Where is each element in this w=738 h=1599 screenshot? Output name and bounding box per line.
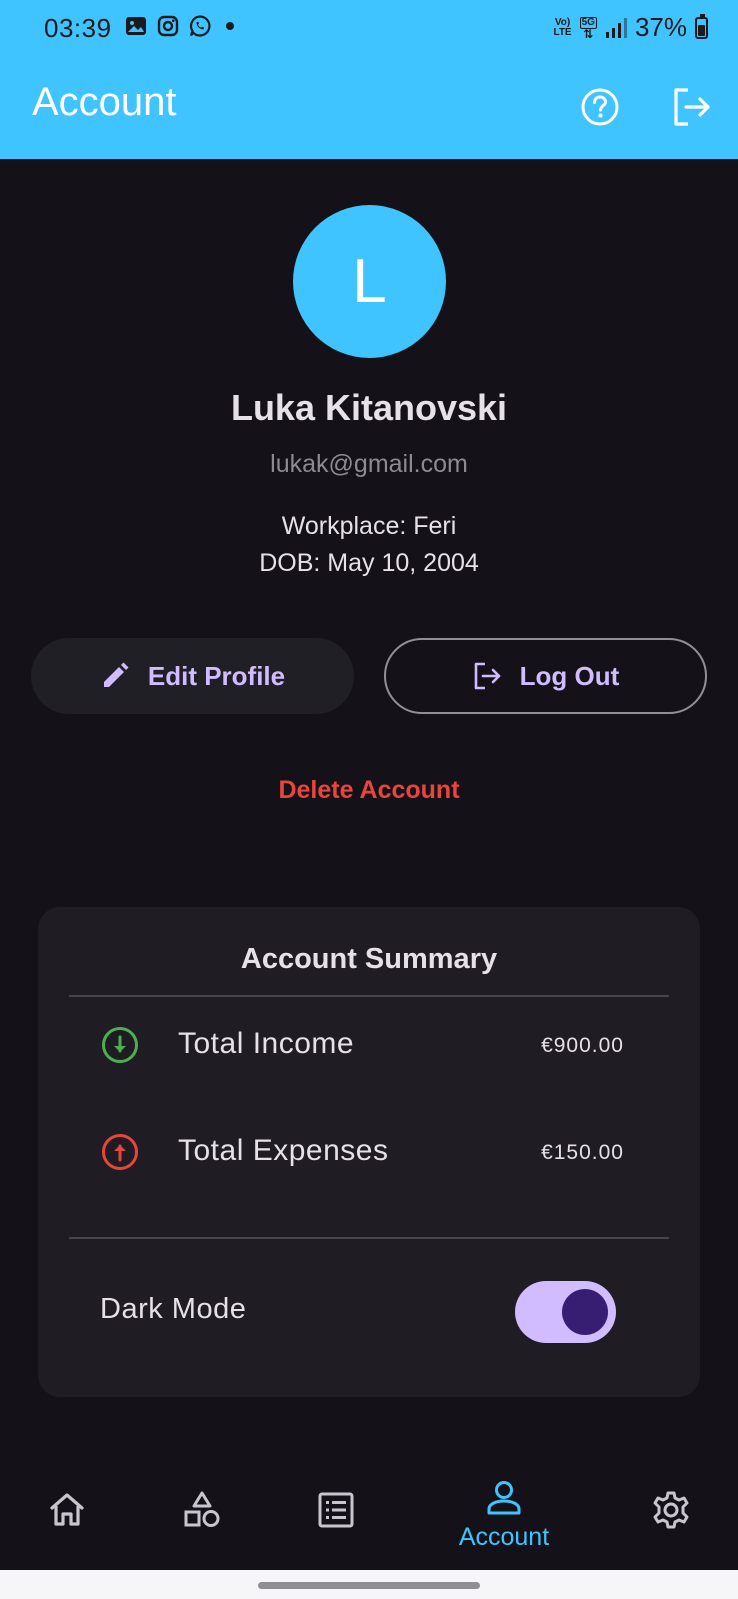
gallery-notification-icon — [126, 17, 146, 35]
avatar: L — [293, 205, 446, 358]
user-dob: DOB: May 10, 2004 — [259, 549, 479, 577]
income-arrow-down-icon — [102, 1027, 138, 1063]
account-summary-card: Account Summary Total Income €900.00 Tot… — [38, 907, 700, 1397]
volte-indicator: Vo) LTE — [553, 16, 572, 38]
divider — [69, 1237, 669, 1239]
help-circle-icon[interactable] — [578, 85, 622, 129]
home-icon — [50, 1493, 84, 1526]
log-out-button[interactable]: Log Out — [384, 638, 707, 714]
account-screen: 03:39 Vo) LTE 5G ⇅ 37% Account L Luka Ki… — [0, 0, 738, 1599]
edit-profile-label: Edit Profile — [147, 660, 286, 691]
status-time: 03:39 — [44, 13, 112, 43]
user-workplace: Workplace: Feri — [281, 512, 457, 540]
instagram-notification-icon — [157, 15, 179, 37]
nav-categories[interactable] — [142, 1462, 262, 1562]
battery-icon — [695, 13, 708, 39]
signal-icon — [605, 17, 627, 38]
whatsapp-notification-icon — [189, 15, 211, 37]
more-notifications-dot — [226, 22, 234, 30]
page-title: Account — [32, 80, 177, 124]
dark-mode-label: Dark Mode — [100, 1293, 247, 1325]
nav-account[interactable]: Account — [444, 1462, 564, 1562]
total-income-label: Total Income — [178, 1027, 355, 1060]
status-bar: 03:39 Vo) LTE 5G ⇅ 37% — [0, 0, 738, 58]
user-email: lukak@gmail.com — [270, 450, 468, 478]
dark-mode-toggle[interactable] — [515, 1281, 616, 1343]
user-name: Luka Kitanovski — [230, 387, 508, 428]
settings-icon — [653, 1491, 689, 1529]
nav-home[interactable] — [7, 1462, 127, 1562]
total-expenses-value: €150.00 — [541, 1141, 624, 1164]
nav-settings[interactable] — [611, 1462, 731, 1562]
network-5g-indicator: 5G ⇅ — [579, 16, 597, 41]
total-expenses-label: Total Expenses — [178, 1134, 389, 1167]
top-app-bar: 03:39 Vo) LTE 5G ⇅ 37% Account — [0, 0, 738, 159]
log-out-label: Log Out — [519, 660, 620, 691]
expense-arrow-up-icon — [102, 1134, 138, 1170]
battery-percent: 37% — [634, 12, 687, 42]
categories-icon — [184, 1491, 220, 1527]
avatar-initial: L — [352, 247, 387, 316]
account-icon — [487, 1481, 521, 1515]
divider — [69, 995, 669, 997]
notification-icons — [124, 14, 234, 38]
system-status: Vo) LTE 5G ⇅ 37% — [553, 12, 708, 43]
nav-account-label: Account — [458, 1523, 550, 1551]
toggle-knob — [562, 1289, 608, 1335]
account-summary-title: Account Summary — [240, 943, 498, 975]
list-icon — [318, 1492, 354, 1528]
home-gesture-bar[interactable] — [258, 1582, 480, 1589]
total-income-value: €900.00 — [541, 1034, 624, 1057]
nav-transactions[interactable] — [276, 1462, 396, 1562]
bottom-navigation: Account — [0, 1462, 738, 1572]
logout-icon[interactable] — [668, 84, 714, 130]
edit-profile-button[interactable]: Edit Profile — [31, 638, 354, 714]
logout-icon — [474, 662, 500, 690]
pencil-icon — [103, 662, 129, 687]
delete-account-button[interactable]: Delete Account — [0, 776, 738, 805]
